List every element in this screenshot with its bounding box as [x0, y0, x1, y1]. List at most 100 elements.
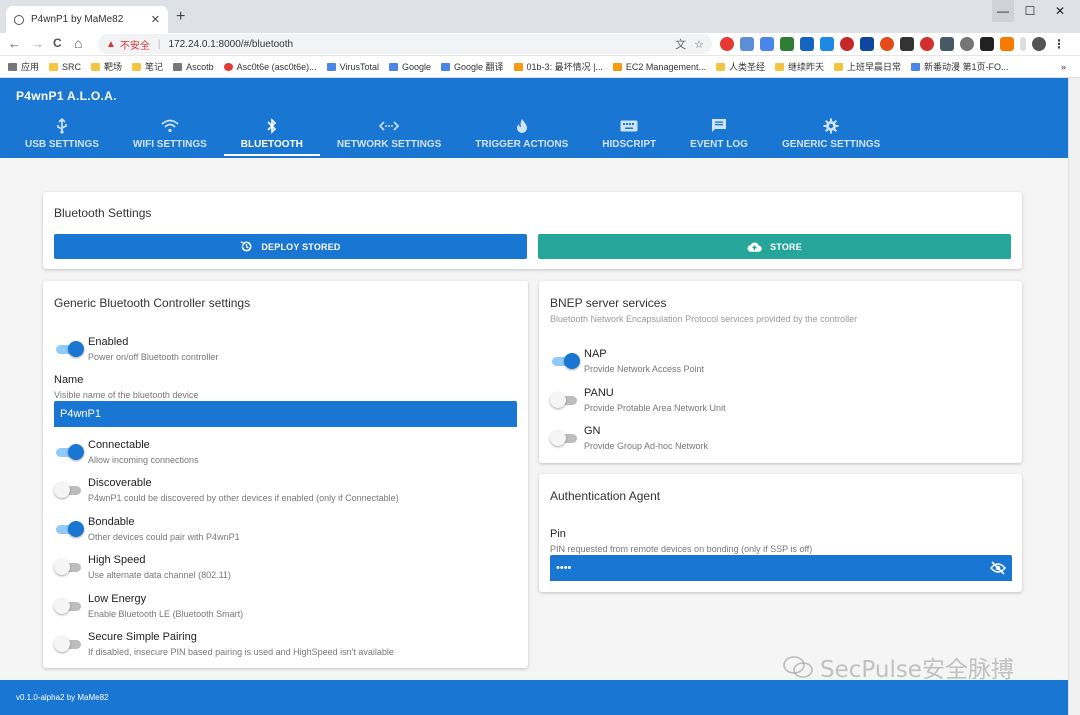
bookmark-item[interactable]: 人类圣经: [715, 60, 765, 73]
option-label: Discoverable: [88, 477, 152, 490]
secure-simple-pairing-toggle[interactable]: [54, 636, 84, 652]
bookmark-icon: [49, 62, 59, 71]
extension-icon[interactable]: [960, 37, 974, 51]
url-text[interactable]: 172.24.0.1:8000/#/bluetooth: [169, 39, 294, 50]
extension-icon[interactable]: [780, 37, 794, 51]
extension-icon[interactable]: [720, 37, 734, 51]
toolbar-divider: [1020, 37, 1026, 51]
bookmark-item[interactable]: 上班早晨日常: [834, 60, 901, 73]
enabled-toggle[interactable]: [54, 341, 84, 357]
bookmark-item[interactable]: Asc0t6e (asc0t6e)...: [223, 61, 317, 72]
bookmarks-more-icon[interactable]: »: [1061, 62, 1066, 72]
extension-icon[interactable]: [980, 37, 994, 51]
bookmark-item[interactable]: SRC: [49, 62, 81, 72]
bookmark-item[interactable]: 笔记: [132, 60, 163, 73]
extension-icon[interactable]: [880, 37, 894, 51]
bookmark-item[interactable]: Google 翻译: [441, 60, 504, 73]
store-button[interactable]: STORE: [538, 234, 1011, 259]
version-text: v0.1.0-alpha2 by MaMe82: [16, 693, 109, 702]
extension-icon[interactable]: [900, 37, 914, 51]
high-speed-toggle[interactable]: [54, 559, 84, 576]
low-energy-toggle[interactable]: [54, 597, 84, 614]
reload-button[interactable]: C: [53, 36, 62, 50]
bookmark-icon: [911, 62, 921, 71]
bookmark-item[interactable]: 继续昨天: [774, 60, 824, 73]
forward-button[interactable]: →: [31, 36, 44, 51]
address-bar[interactable]: ▲ 不安全 | 172.24.0.1:8000/#/bluetooth 文 ☆: [98, 34, 712, 54]
panu-toggle[interactable]: [550, 391, 580, 408]
discoverable-toggle[interactable]: [54, 482, 84, 499]
window-close-button[interactable]: ✕: [1045, 0, 1075, 22]
menu-icon[interactable]: ⋮: [1052, 37, 1066, 51]
tab-network-settings[interactable]: NETWORK SETTINGS: [320, 116, 458, 156]
bookmark-label: VirusTotal: [339, 61, 379, 72]
option-description: Provide Network Access Point: [584, 364, 705, 374]
name-field-label: Name: [54, 374, 84, 386]
bookmark-item[interactable]: Ascotb: [173, 62, 214, 72]
home-button[interactable]: ⌂: [74, 35, 82, 51]
fire-icon: [516, 116, 528, 136]
page-scrollbar[interactable]: [1068, 78, 1080, 715]
app-header: P4wnP1 A.L.O.A. USB SETTINGS WIFI SETTIN…: [0, 78, 1068, 158]
close-tab-icon[interactable]: ✕: [151, 13, 160, 26]
option-description: Provide Protable Area Network Unit: [584, 402, 726, 413]
tab-hidscript[interactable]: HIDSCRIPT: [585, 116, 673, 156]
extension-icon[interactable]: [1000, 37, 1014, 51]
card-title: Authentication Agent: [550, 489, 661, 503]
extension-icon[interactable]: [740, 37, 754, 51]
bookmark-item[interactable]: 应用: [8, 60, 39, 73]
tab-usb-settings[interactable]: USB SETTINGS: [8, 116, 116, 156]
nap-toggle[interactable]: [550, 353, 580, 369]
connectable-toggle[interactable]: [54, 444, 84, 460]
visibility-off-icon[interactable]: [990, 561, 1006, 575]
warning-icon: ▲: [106, 38, 116, 50]
option-description: Allow incoming connections: [88, 455, 199, 465]
bookmark-item[interactable]: 靶场: [91, 60, 122, 73]
bookmark-label: SRC: [62, 61, 82, 72]
extension-icon[interactable]: [760, 37, 774, 51]
pin-input[interactable]: ••••: [550, 555, 1012, 581]
watermark-text: SecPulse安全脉搏: [820, 657, 1014, 683]
new-tab-button[interactable]: +: [176, 8, 185, 26]
option-label: PANU: [584, 386, 614, 399]
maximize-button[interactable]: ☐: [1017, 0, 1043, 22]
insecure-label[interactable]: 不安全: [120, 37, 150, 52]
translate-icon[interactable]: 文: [675, 36, 686, 52]
tab-label: USB SETTINGS: [25, 139, 99, 150]
deploy-stored-button[interactable]: DEPLOY STORED: [54, 234, 527, 259]
bookmark-item[interactable]: 01b-3: 最坏情况 |...: [513, 60, 603, 73]
option-label: Low Energy: [88, 592, 147, 605]
usb-icon: [55, 116, 69, 136]
bookmark-label: 新番动漫 第1页-FO...: [924, 62, 1009, 72]
minimize-button[interactable]: —: [992, 0, 1014, 22]
extension-icon[interactable]: [820, 37, 834, 51]
gear-icon: [823, 116, 839, 136]
back-button[interactable]: ←: [8, 36, 21, 51]
extension-icon[interactable]: [920, 37, 934, 51]
extension-icon[interactable]: [940, 37, 954, 51]
wifi-icon: [161, 116, 179, 136]
restore-icon: [240, 241, 252, 252]
bookmark-item[interactable]: VirusTotal: [326, 61, 379, 72]
browser-tab[interactable]: P4wnP1 by MaMe82 ✕: [6, 6, 168, 33]
extension-icon[interactable]: [860, 37, 874, 51]
extension-icon[interactable]: [840, 37, 854, 51]
extensions-bar: ⋮: [720, 37, 1066, 51]
star-icon[interactable]: ☆: [694, 38, 704, 51]
profile-avatar[interactable]: [1032, 37, 1046, 51]
bookmark-label: Google: [401, 61, 432, 72]
tab-bluetooth[interactable]: BLUETOOTH: [223, 116, 320, 156]
bookmark-item[interactable]: EC2 Management...: [612, 62, 706, 72]
option-description: Enable Bluetooth LE (Bluetooth Smart): [88, 608, 244, 619]
extension-icon[interactable]: [800, 37, 814, 51]
bookmark-item[interactable]: 新番动漫 第1页-FO...: [911, 60, 1009, 73]
tab-trigger-actions[interactable]: TRIGGER ACTIONS: [458, 116, 585, 156]
bondable-toggle[interactable]: [54, 520, 84, 537]
tab-wifi-settings[interactable]: WIFI SETTINGS: [116, 116, 224, 156]
device-name-input[interactable]: P4wnP1: [54, 401, 517, 427]
gn-toggle[interactable]: [550, 430, 580, 446]
bookmark-label: Asc0t6e (asc0t6e)...: [236, 61, 317, 72]
tab-generic-settings[interactable]: GENERIC SETTINGS: [765, 116, 897, 156]
bookmark-item[interactable]: Google: [388, 61, 432, 72]
tab-event-log[interactable]: EVENT LOG: [673, 116, 765, 156]
